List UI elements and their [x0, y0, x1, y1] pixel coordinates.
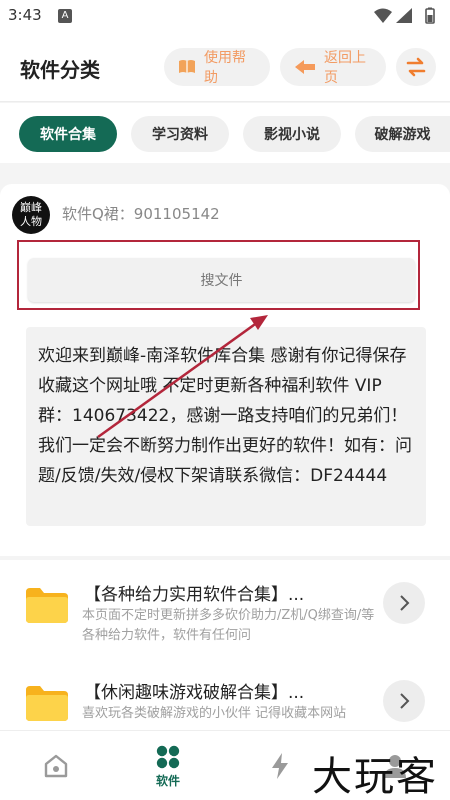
lightning-icon	[272, 753, 288, 779]
back-label: 返回上页	[324, 50, 366, 86]
notification-icon: A	[58, 9, 72, 23]
chevron-right-icon	[400, 693, 410, 709]
open-item-button[interactable]	[383, 680, 425, 722]
tab-software-collection[interactable]: 软件合集	[19, 116, 117, 152]
back-arrow-icon	[294, 59, 316, 75]
folder-icon	[26, 588, 68, 623]
help-button[interactable]: 使用帮助	[164, 48, 270, 86]
page-title: 软件分类	[20, 58, 100, 82]
item-description: 本页面不定时更新拼多多砍价助力/Z机/Q绑查询/等各种给力软件，软件有任何问	[82, 608, 375, 643]
swap-button[interactable]	[396, 48, 436, 86]
search-files-button[interactable]: 搜文件	[28, 258, 415, 302]
help-label: 使用帮助	[204, 50, 246, 86]
home-icon	[44, 754, 68, 778]
avatar-text: 巅峰人物	[20, 201, 42, 228]
app-header: 软件分类 使用帮助 返回上页	[0, 32, 450, 102]
welcome-notice: 欢迎来到巅峰-南泽软件库合集 感谢有你记得保存收藏这个网址哦 不定时更新各种福利…	[26, 327, 426, 526]
signal-icon	[396, 8, 412, 23]
item-title: 【各种给力实用软件合集】...	[84, 585, 305, 605]
list-item[interactable]: 【各种给力实用软件合集】... 本页面不定时更新拼多多砍价助力/Z机/Q绑查询/…	[0, 568, 450, 654]
tab-movies-novels[interactable]: 影视小说	[243, 116, 341, 152]
book-icon	[178, 59, 196, 75]
grid-icon	[156, 745, 180, 768]
chevron-right-icon	[400, 595, 410, 611]
status-icons	[374, 7, 435, 24]
nav-home[interactable]	[30, 731, 82, 800]
nav-software[interactable]: 软件	[140, 731, 196, 800]
wifi-icon	[374, 8, 392, 23]
folder-icon	[26, 686, 68, 721]
tab-study-materials[interactable]: 学习资料	[131, 116, 229, 152]
search-label: 搜文件	[200, 273, 243, 289]
item-title: 【休闲趣味游戏破解合集】...	[84, 683, 305, 703]
status-bar: 3:43 A	[0, 0, 450, 32]
tab-cracked-games[interactable]: 破解游戏	[355, 116, 450, 152]
swap-icon	[406, 57, 426, 77]
item-description: 喜欢玩各类破解游戏的小伙伴 记得收藏本网站	[82, 706, 347, 721]
back-button[interactable]: 返回上页	[280, 48, 386, 86]
nav-bolt[interactable]	[258, 731, 302, 800]
nav-software-label: 软件	[155, 773, 180, 788]
status-time: 3:43	[8, 6, 42, 24]
avatar: 巅峰人物	[12, 196, 50, 234]
qq-group-label: 软件Q裙：901105142	[62, 205, 220, 223]
category-tabs: 软件合集 学习资料 影视小说 破解游戏	[0, 103, 450, 163]
open-item-button[interactable]	[383, 582, 425, 624]
watermark-logo: 大玩客	[312, 754, 438, 800]
